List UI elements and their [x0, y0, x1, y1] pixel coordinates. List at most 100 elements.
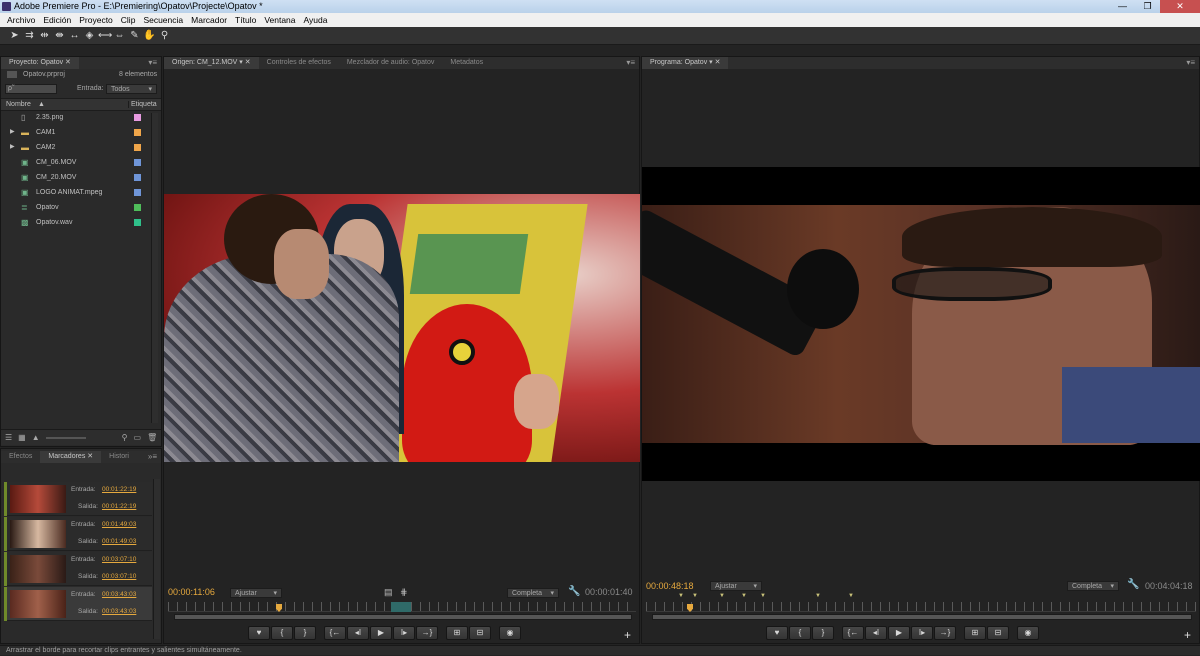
mark-out-button[interactable]: } — [294, 626, 316, 640]
panel-menu-icon[interactable]: ▾≡ — [148, 57, 157, 69]
marker-in-time[interactable]: 00:03:43:03 — [102, 591, 136, 598]
go-to-in-button[interactable]: {← — [842, 626, 864, 640]
add-marker-button[interactable]: ♥ — [248, 626, 270, 640]
pen-tool-icon[interactable]: ✎ — [128, 27, 141, 45]
label-color-swatch[interactable] — [134, 129, 141, 136]
wrench-icon[interactable]: 🔧 — [568, 586, 580, 597]
project-item[interactable]: ▩ Opatov.wav — [3, 215, 155, 230]
marker-out-time[interactable]: 00:01:49:03 — [102, 538, 136, 545]
mark-out-button[interactable]: } — [812, 626, 834, 640]
project-item[interactable]: ▣ LOGO ANIMAT.mpeg — [3, 185, 155, 200]
hand-tool-icon[interactable]: ✋ — [143, 27, 156, 45]
play-button[interactable]: ▶ — [888, 626, 910, 640]
tab-effect-controls[interactable]: Controles de efectos — [259, 57, 339, 69]
marker-icon[interactable]: ▼ — [760, 593, 766, 599]
menu-marcador[interactable]: Marcador — [187, 15, 231, 25]
export-frame-button[interactable]: ◉ — [1017, 626, 1039, 640]
new-item-icon[interactable]: ▭ — [134, 433, 142, 442]
icon-view-icon[interactable]: ▦ — [18, 433, 26, 442]
zoom-slider[interactable] — [45, 436, 86, 439]
markers-scrollbar[interactable] — [153, 479, 160, 639]
menu-ventana[interactable]: Ventana — [260, 15, 299, 25]
expand-triangle-icon[interactable]: ▶ — [10, 125, 15, 140]
column-label-header[interactable]: Etiqueta — [128, 101, 157, 108]
program-time-ruler[interactable] — [646, 602, 1196, 612]
source-video-frame[interactable] — [164, 194, 640, 462]
panel-menu-icon[interactable]: ▾≡ — [626, 57, 635, 69]
mark-in-button[interactable]: { — [271, 626, 293, 640]
project-item[interactable]: ≣ Opatov — [3, 200, 155, 215]
add-button-icon[interactable]: + — [1184, 628, 1191, 642]
menu-clip[interactable]: Clip — [117, 15, 140, 25]
label-color-swatch[interactable] — [134, 159, 141, 166]
slide-tool-icon[interactable]: ⇔ — [113, 27, 126, 45]
marker-out-time[interactable]: 00:01:22:19 — [102, 503, 136, 510]
marker-icon[interactable]: ▼ — [848, 593, 854, 599]
lift-button[interactable]: ⊞ — [964, 626, 986, 640]
program-zoom-scrollbar[interactable] — [652, 614, 1192, 620]
project-search-input[interactable]: ρ˜ — [5, 84, 57, 94]
step-forward-button[interactable]: I▸ — [393, 626, 415, 640]
menu-archivo[interactable]: Archivo — [3, 15, 39, 25]
selection-tool-icon[interactable]: ➤ — [8, 27, 21, 45]
safe-margins-icon[interactable]: ▤ — [384, 587, 393, 598]
tab-history[interactable]: Histori — [101, 451, 137, 463]
drag-video-icon[interactable]: ⋕ — [400, 587, 408, 598]
zoom-out-icon[interactable]: ▲ — [32, 433, 40, 442]
slip-tool-icon[interactable]: ⟷ — [98, 27, 112, 45]
label-color-swatch[interactable] — [134, 204, 141, 211]
rate-stretch-tool-icon[interactable]: ↔ — [68, 27, 81, 45]
marker-item[interactable]: Entrada: 00:01:22:19 Salida: 00:01:22:19 — [4, 482, 152, 516]
delete-icon[interactable]: 🗑 — [147, 433, 157, 442]
go-to-out-button[interactable]: →} — [934, 626, 956, 640]
step-back-button[interactable]: ◂I — [865, 626, 887, 640]
menu-proyecto[interactable]: Proyecto — [75, 15, 117, 25]
track-select-tool-icon[interactable]: ⇉ — [23, 27, 36, 45]
project-item[interactable]: ▣ CM_20.MOV — [3, 170, 155, 185]
tab-audio-mixer[interactable]: Mezclador de audio: Opatov — [339, 57, 443, 69]
minimize-button[interactable]: — — [1110, 0, 1135, 13]
mark-in-button[interactable]: { — [789, 626, 811, 640]
tab-program[interactable]: Programa: Opatov ▾ ✕ — [642, 57, 729, 69]
label-color-swatch[interactable] — [134, 219, 141, 226]
marker-in-time[interactable]: 00:01:49:03 — [102, 521, 136, 528]
tab-project[interactable]: Proyecto: Opatov ✕ — [1, 57, 79, 69]
tab-markers[interactable]: Marcadores ✕ — [40, 451, 102, 463]
add-button-icon[interactable]: + — [624, 628, 631, 642]
project-scrollbar[interactable] — [151, 113, 158, 423]
program-quality-dropdown[interactable]: Completa ▾ — [1067, 581, 1119, 591]
tab-source[interactable]: Origen: CM_12.MOV ▾ ✕ — [164, 57, 259, 69]
project-item[interactable]: ▶ ▬ CAM1 — [3, 125, 155, 140]
project-item[interactable]: ▣ CM_06.MOV — [3, 155, 155, 170]
wrench-icon[interactable]: 🔧 — [1127, 579, 1139, 590]
menu-edicion[interactable]: Edición — [39, 15, 75, 25]
expand-triangle-icon[interactable]: ▶ — [10, 140, 15, 155]
marker-out-time[interactable]: 00:03:43:03 — [102, 608, 136, 615]
go-to-in-button[interactable]: {← — [324, 626, 346, 640]
label-color-swatch[interactable] — [134, 174, 141, 181]
program-fit-dropdown[interactable]: Ajustar ▾ — [710, 581, 762, 591]
source-in-out-range[interactable] — [391, 602, 411, 612]
marker-item[interactable]: Entrada: 00:01:49:03 Salida: 00:01:49:03 — [4, 517, 152, 551]
insert-button[interactable]: ⊞ — [446, 626, 468, 640]
go-to-out-button[interactable]: →} — [416, 626, 438, 640]
overwrite-button[interactable]: ⊟ — [469, 626, 491, 640]
marker-item[interactable]: Entrada: 00:03:43:03 Salida: 00:03:43:03 — [4, 587, 152, 621]
tab-effects[interactable]: Efectos — [1, 451, 40, 463]
search-bin-icon[interactable]: ⚲ — [122, 433, 128, 442]
extract-button[interactable]: ⊟ — [987, 626, 1009, 640]
menu-secuencia[interactable]: Secuencia — [139, 15, 187, 25]
project-item[interactable]: ▯ 2.35.png — [3, 110, 155, 125]
menu-titulo[interactable]: Título — [231, 15, 260, 25]
panel-menu-icon[interactable]: ▾≡ — [1186, 57, 1195, 69]
ripple-edit-tool-icon[interactable]: ⇹ — [38, 27, 51, 45]
export-frame-button[interactable]: ◉ — [499, 626, 521, 640]
source-fit-dropdown[interactable]: Ajustar ▾ — [230, 588, 282, 598]
marker-icon[interactable]: ▼ — [719, 593, 725, 599]
tab-metadata[interactable]: Metadatos — [442, 57, 491, 69]
marker-icon[interactable]: ▼ — [678, 593, 684, 599]
marker-in-time[interactable]: 00:01:22:19 — [102, 486, 136, 493]
entrada-dropdown[interactable]: Todos ▾ — [106, 84, 157, 94]
column-name-header[interactable]: Nombre — [6, 101, 31, 108]
marker-in-time[interactable]: 00:03:07:10 — [102, 556, 136, 563]
